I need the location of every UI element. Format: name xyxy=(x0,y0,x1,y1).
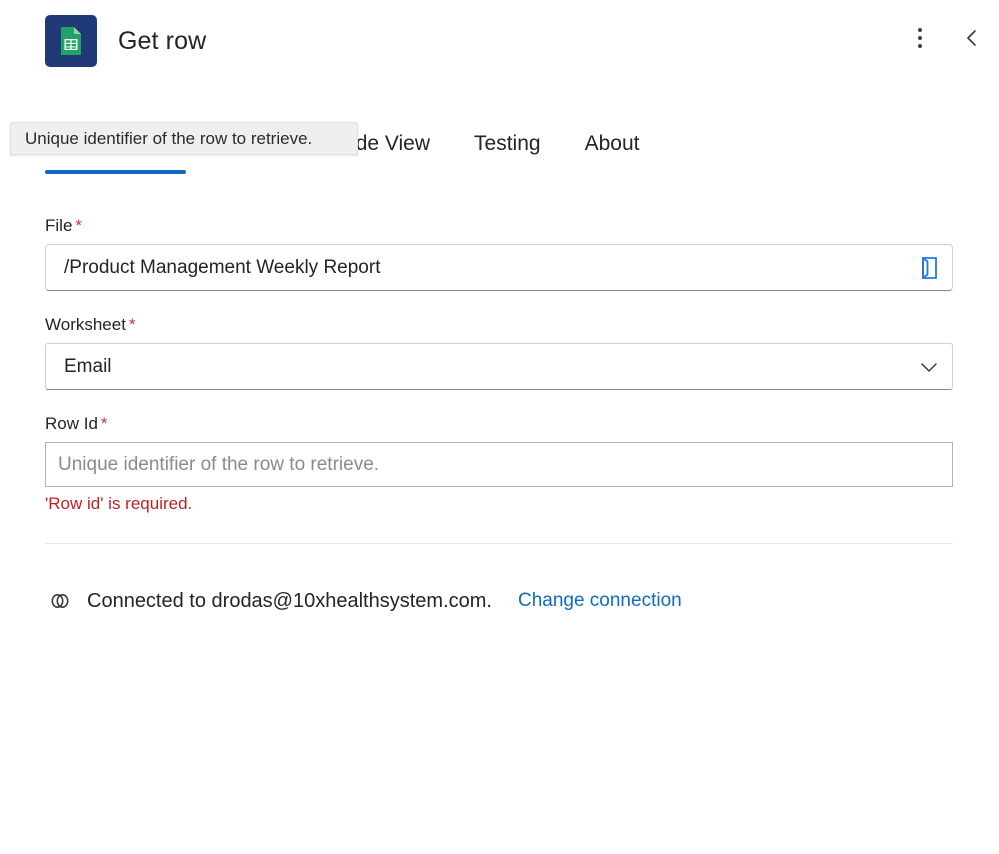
tab-testing[interactable]: Testing xyxy=(452,130,563,172)
google-sheets-icon xyxy=(45,15,97,67)
row-id-error-message: 'Row id' is required. xyxy=(45,494,193,513)
field-file: File * xyxy=(45,214,953,291)
more-options-button[interactable] xyxy=(901,19,939,57)
file-label: File * xyxy=(45,214,953,238)
worksheet-select[interactable]: Email xyxy=(45,343,953,390)
tooltip-text: Unique identifier of the row to retrieve… xyxy=(25,128,313,148)
field-worksheet: Worksheet * Email xyxy=(45,313,953,390)
tab-testing-label: Testing xyxy=(474,132,541,155)
link-icon xyxy=(45,586,75,616)
connection-status-text: Connected to drodas@10xhealthsystem.com. xyxy=(87,590,492,612)
file-input[interactable] xyxy=(46,245,906,290)
tooltip: Unique identifier of the row to retrieve… xyxy=(10,122,358,155)
change-connection-link[interactable]: Change connection xyxy=(518,587,682,615)
worksheet-selected-value: Email xyxy=(64,355,112,377)
chevron-down-icon xyxy=(921,362,937,372)
more-vertical-icon xyxy=(918,28,922,48)
file-required-marker: * xyxy=(75,216,83,235)
active-tab-indicator xyxy=(45,170,186,174)
file-picker-icon xyxy=(922,256,937,279)
section-divider xyxy=(45,543,953,544)
chevron-left-icon xyxy=(967,30,976,46)
panel-header: Get row xyxy=(0,0,999,82)
tab-about-label: About xyxy=(584,132,640,155)
file-label-text: File xyxy=(45,216,73,235)
worksheet-chevron-button[interactable] xyxy=(906,344,952,389)
collapse-panel-button[interactable] xyxy=(953,19,991,57)
tab-about[interactable]: About xyxy=(563,130,662,172)
file-picker-button[interactable] xyxy=(906,245,952,290)
row-id-input-wrap[interactable] xyxy=(45,442,953,487)
page-title: Get row xyxy=(118,27,207,55)
file-input-wrap[interactable] xyxy=(45,244,953,291)
row-id-input[interactable] xyxy=(46,443,952,486)
row-id-required-marker: * xyxy=(100,414,108,433)
worksheet-label-text: Worksheet xyxy=(45,315,126,334)
worksheet-label: Worksheet * xyxy=(45,313,953,337)
row-id-label: Row Id * xyxy=(45,412,953,436)
parameters-form: File* Worksheet* Email R xyxy=(45,214,953,525)
connection-row: Connected to drodas@10xhealthsystem.com.… xyxy=(45,586,682,616)
row-id-label-text: Row Id xyxy=(45,414,98,433)
header-actions xyxy=(901,19,991,57)
worksheet-required-marker: * xyxy=(128,315,136,334)
field-row-id: Row Id* 'Row id' is required. xyxy=(45,412,953,515)
